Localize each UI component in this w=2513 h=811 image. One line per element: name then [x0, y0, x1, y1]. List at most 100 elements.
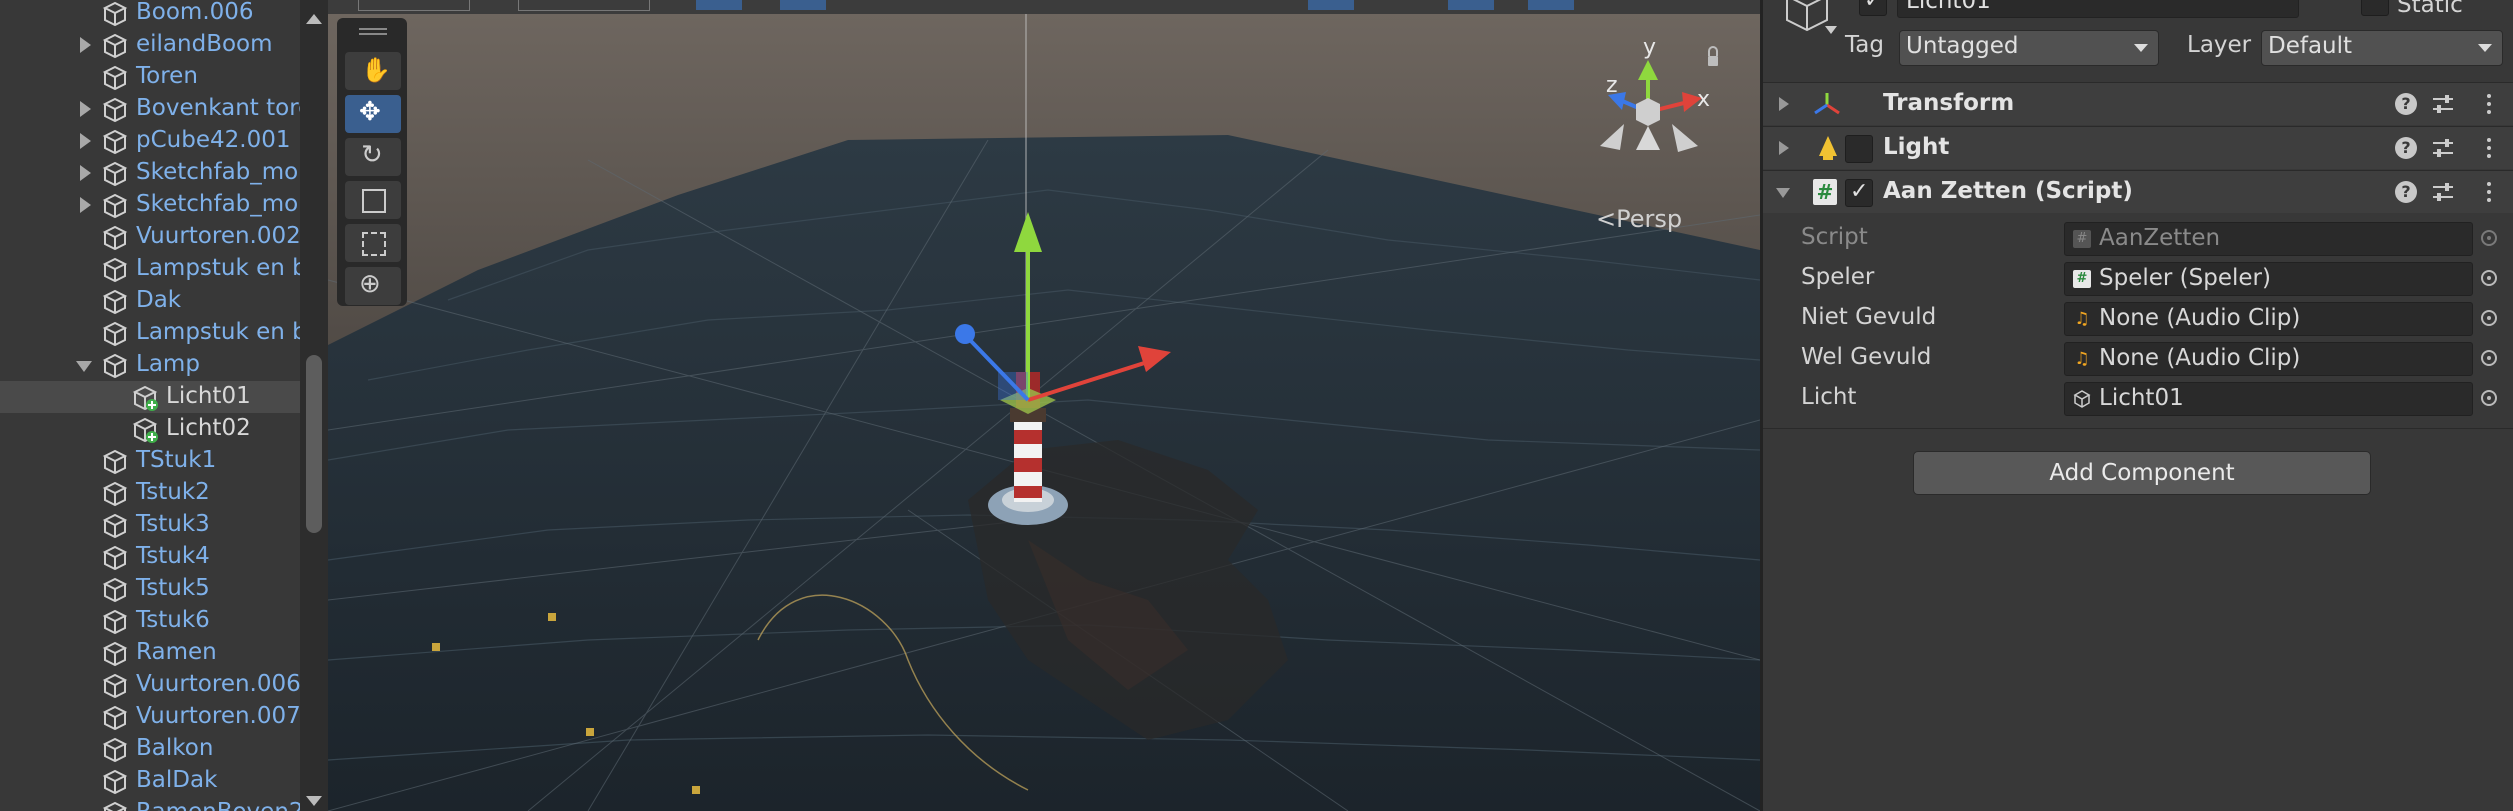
presets-icon[interactable]: [2431, 137, 2455, 159]
expand-arrow-icon[interactable]: [80, 165, 91, 181]
projection-toggle[interactable]: <Persp: [1596, 205, 1682, 233]
presets-icon[interactable]: [2431, 181, 2455, 203]
object-picker-icon[interactable]: [2473, 301, 2505, 335]
scale-tool[interactable]: [345, 181, 401, 219]
presets-icon[interactable]: [2431, 93, 2455, 115]
speler-field[interactable]: # Speler (Speler): [2064, 262, 2473, 296]
hierarchy-item[interactable]: Bovenkant tore: [0, 93, 312, 125]
hierarchy-item[interactable]: Lampstuk en b: [0, 253, 307, 285]
hierarchy-item[interactable]: Tstuk3: [0, 509, 300, 541]
hierarchy-item[interactable]: Lampstuk en b: [0, 317, 307, 349]
kebab-menu-icon[interactable]: [2487, 179, 2491, 205]
rect-tool[interactable]: [345, 224, 401, 262]
hierarchy-item-label: Ramen: [136, 639, 217, 665]
field-label-script: Script: [1801, 224, 1868, 250]
hierarchy-item[interactable]: TStuk1: [0, 445, 300, 477]
hierarchy-item[interactable]: Toren: [0, 61, 300, 93]
help-icon[interactable]: ?: [2395, 137, 2417, 159]
hierarchy-item[interactable]: Licht02: [0, 413, 300, 445]
gameobject-icon: [102, 193, 128, 219]
tag-dropdown[interactable]: Untagged: [1899, 30, 2159, 66]
expand-arrow-icon[interactable]: [80, 133, 91, 149]
global-toggle[interactable]: [1528, 0, 1574, 10]
scene-canvas[interactable]: y x z: [328, 0, 1760, 811]
licht-field[interactable]: Licht01: [2064, 382, 2473, 416]
hierarchy-item-label: Tstuk4: [136, 543, 210, 569]
light-enabled-checkbox[interactable]: [1845, 135, 1873, 163]
shading-dropdown[interactable]: [518, 0, 650, 11]
hierarchy-item[interactable]: Vuurtoren.006: [0, 669, 301, 701]
hierarchy-item[interactable]: Tstuk2: [0, 477, 300, 509]
hierarchy-item[interactable]: eilandBoom: [0, 29, 300, 61]
hand-tool[interactable]: ✋: [345, 52, 401, 90]
hierarchy-item[interactable]: Vuurtoren.002: [0, 221, 301, 253]
help-icon[interactable]: ?: [2395, 181, 2417, 203]
transform-component-header[interactable]: Transform ?: [1763, 82, 2513, 125]
pivot-toggle[interactable]: [1448, 0, 1494, 10]
kebab-menu-icon[interactable]: [2487, 135, 2491, 161]
hierarchy-item-label: Lamp: [136, 351, 200, 377]
hierarchy-item[interactable]: Sketchfab_mo: [0, 157, 300, 189]
expand-arrow-icon[interactable]: [80, 37, 91, 53]
hierarchy-item[interactable]: Tstuk4: [0, 541, 300, 573]
hierarchy-item[interactable]: BalDak: [0, 765, 300, 797]
speler-value: Speler (Speler): [2099, 265, 2271, 291]
hierarchy-item[interactable]: Ramen: [0, 637, 300, 669]
hierarchy-item[interactable]: Tstuk5: [0, 573, 300, 605]
expand-arrow-icon[interactable]: [1779, 141, 1789, 155]
object-picker-icon: [2473, 221, 2505, 255]
light-component-header[interactable]: Light ?: [1763, 126, 2513, 169]
scene-view[interactable]: y x z ✋ ✥ ↻ ⊕ <Persp: [328, 0, 1760, 811]
static-checkbox[interactable]: [2361, 0, 2389, 16]
gameobject-icon: [102, 97, 128, 123]
lock-icon[interactable]: [1708, 56, 1718, 66]
move-tool[interactable]: ✥: [345, 95, 401, 133]
layer-dropdown[interactable]: Default: [2261, 30, 2503, 66]
niet-gevuld-field[interactable]: ♫ None (Audio Clip): [2064, 302, 2473, 336]
help-icon[interactable]: ?: [2395, 93, 2417, 115]
scene-toolbar: [328, 0, 1760, 14]
transform-tool[interactable]: ⊕: [345, 267, 401, 305]
gameobject-icon: [102, 65, 128, 91]
object-picker-icon[interactable]: [2473, 261, 2505, 295]
hierarchy-item[interactable]: Vuurtoren.007: [0, 701, 301, 733]
expand-arrow-icon[interactable]: [1779, 97, 1789, 111]
expand-arrow-icon[interactable]: [80, 197, 91, 213]
hierarchy-item[interactable]: Tstuk6: [0, 605, 300, 637]
object-picker-icon[interactable]: [2473, 341, 2505, 375]
hierarchy-item[interactable]: Dak: [0, 285, 300, 317]
gizmo-toggle[interactable]: [1308, 0, 1354, 10]
kebab-menu-icon[interactable]: [2487, 91, 2491, 117]
scroll-down-icon[interactable]: [306, 796, 322, 806]
hierarchy-item[interactable]: Boom.006: [0, 0, 300, 29]
hierarchy-item[interactable]: Sketchfab_mo: [0, 189, 300, 221]
hierarchy-scroll-thumb[interactable]: [306, 355, 322, 533]
object-name-field[interactable]: Licht01: [1897, 0, 2299, 18]
z-axis-handle[interactable]: [955, 324, 975, 344]
object-picker-icon[interactable]: [2473, 381, 2505, 415]
hierarchy-item[interactable]: Balkon: [0, 733, 300, 765]
add-component-button[interactable]: Add Component: [1913, 451, 2371, 495]
collapse-arrow-icon[interactable]: [76, 361, 92, 372]
hierarchy-item[interactable]: pCube42.001: [0, 125, 300, 157]
hierarchy-item-label: Tstuk5: [136, 575, 210, 601]
draw-mode-dropdown[interactable]: [358, 0, 470, 11]
lighting-toggle[interactable]: [780, 0, 826, 10]
hierarchy-item[interactable]: Licht01: [0, 381, 300, 413]
2d-toggle[interactable]: [696, 0, 742, 10]
gameobject-icon: [1786, 0, 1837, 34]
scroll-up-icon[interactable]: [306, 14, 322, 24]
expand-arrow-icon[interactable]: [80, 101, 91, 117]
rotate-tool[interactable]: ↻: [345, 138, 401, 176]
active-checkbox[interactable]: [1859, 0, 1887, 16]
hierarchy-item[interactable]: RamenBoven2: [0, 797, 304, 811]
collapse-arrow-icon[interactable]: [1776, 188, 1790, 198]
script-enabled-checkbox[interactable]: [1845, 179, 1873, 207]
script-component-header[interactable]: # Aan Zetten (Script) ?: [1763, 170, 2513, 213]
script-icon: #: [1813, 179, 1837, 205]
gameobject-icon: [102, 225, 128, 251]
hierarchy-item[interactable]: Lamp: [0, 349, 300, 381]
tag-value: Untagged: [1906, 33, 2019, 59]
hierarchy-panel: Boom.006 eilandBoom Toren Bovenkant tore pCu…: [0, 0, 328, 811]
wel-gevuld-field[interactable]: ♫ None (Audio Clip): [2064, 342, 2473, 376]
